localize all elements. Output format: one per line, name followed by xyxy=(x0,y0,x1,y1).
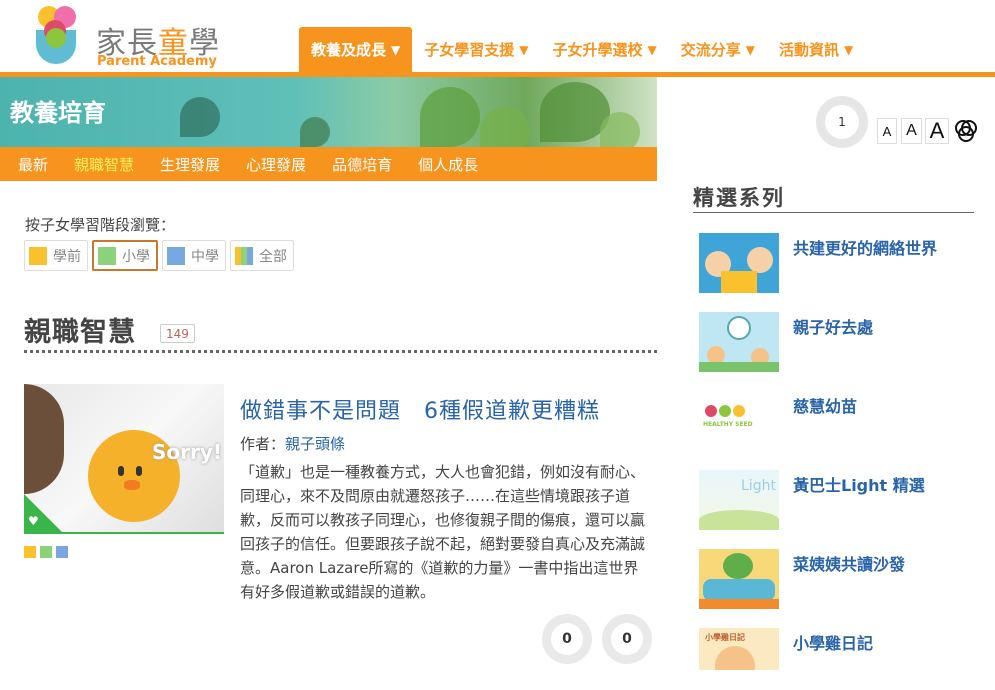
secondary-tag-icon xyxy=(56,546,68,558)
subnav-mental[interactable]: 心理發展 xyxy=(236,154,316,175)
secondary-swatch-icon xyxy=(167,246,185,265)
font-size-small-button[interactable]: A xyxy=(877,118,897,144)
featured-divider xyxy=(693,212,974,213)
thumbnail-underline xyxy=(24,532,224,534)
logo-subtitle: Parent Academy xyxy=(97,54,217,69)
article-excerpt: 「道歉」也是一種教養方式，大人也會犯錯，例如沒有耐心、同理心，來不及問原由就遷怒… xyxy=(240,463,646,601)
stage-tags xyxy=(24,546,68,558)
primary-tag-icon xyxy=(40,546,52,558)
article-author: 作者：親子頭條 xyxy=(240,435,346,453)
primary-swatch-icon xyxy=(98,246,116,265)
chevron-down-icon: ▼ xyxy=(647,42,657,57)
featured-thumb xyxy=(699,549,779,609)
filter-secondary[interactable]: 中學 xyxy=(162,240,226,271)
site-header: 家長童學 Parent Academy 教養及成長 ▼ 子女學習支援 ▼ 子女升學選… xyxy=(0,0,995,77)
featured-thumb xyxy=(699,233,779,293)
nav-school-selection[interactable]: 子女升學選校 ▼ xyxy=(541,27,669,72)
sub-nav: 最新 親職智慧 生理發展 心理發展 品德培育 個人成長 xyxy=(0,147,657,181)
subnav-moral[interactable]: 品德培育 xyxy=(322,154,402,175)
featured-item[interactable]: HEALTHY SEED 慈慧幼苗 xyxy=(699,391,979,453)
page-like-count: 1 xyxy=(825,105,859,139)
main-nav: 教養及成長 ▼ 子女學習支援 ▼ 子女升學選校 ▼ 交流分享 ▼ 活動資訊 ▼ xyxy=(299,27,865,72)
filter-preschool[interactable]: 學前 xyxy=(24,240,88,271)
comment-count: 0 xyxy=(611,623,643,655)
preschool-swatch-icon xyxy=(29,246,47,265)
nav-learning-support[interactable]: 子女學習支援 ▼ xyxy=(412,27,540,72)
subnav-parenting-wisdom[interactable]: 親職智慧 xyxy=(64,154,144,175)
banner-title: 教養培育 xyxy=(10,99,106,127)
featured-title: 精選系列 xyxy=(693,186,785,210)
article-count-badge: 149 xyxy=(160,324,195,343)
nav-parenting[interactable]: 教養及成長 ▼ xyxy=(299,27,413,72)
nav-events[interactable]: 活動資訊 ▼ xyxy=(767,27,865,72)
article-thumbnail[interactable]: Sorry! ♥ xyxy=(24,384,224,534)
chevron-down-icon: ▼ xyxy=(844,42,854,57)
featured-item[interactable]: 親子好去處 xyxy=(699,312,979,374)
featured-thumb: HEALTHY SEED xyxy=(699,391,779,451)
author-link[interactable]: 親子頭條 xyxy=(285,435,345,453)
subnav-physical[interactable]: 生理發展 xyxy=(150,154,230,175)
section-title: 親職智慧 xyxy=(24,317,136,348)
font-size-large-button[interactable]: A xyxy=(925,118,949,144)
chevron-down-icon: ▼ xyxy=(745,42,755,57)
chevron-down-icon: ▼ xyxy=(391,42,401,57)
filter-all[interactable]: 全部 xyxy=(230,240,294,271)
contrast-icon[interactable] xyxy=(953,118,979,144)
all-swatch-icon xyxy=(235,246,253,265)
site-logo[interactable]: 家長童學 Parent Academy xyxy=(34,4,224,70)
stage-filters: 學前 小學 中學 全部 xyxy=(24,240,294,271)
browse-label: 按子女學習階段瀏覽： xyxy=(25,216,176,234)
thumbnail-caption: Sorry! xyxy=(152,440,223,464)
heart-icon: ♥ xyxy=(28,514,39,528)
featured-item[interactable]: 共建更好的網絡世界 xyxy=(699,233,979,295)
filter-primary[interactable]: 小學 xyxy=(92,240,158,271)
featured-thumb xyxy=(699,312,779,372)
subnav-personal-growth[interactable]: 個人成長 xyxy=(408,154,488,175)
article-title[interactable]: 做錯事不是問題 6種假道歉更糟糕 xyxy=(240,393,600,425)
preschool-tag-icon xyxy=(24,546,36,558)
featured-item[interactable]: Light 黃巴士Light 精選 xyxy=(699,470,979,532)
featured-item[interactable]: 小學雞日記 小學雞日記 xyxy=(699,628,979,690)
subnav-latest[interactable]: 最新 xyxy=(8,154,58,175)
page-like-button[interactable]: 1 xyxy=(816,96,868,148)
like-button[interactable]: 0 xyxy=(542,614,592,664)
featured-item[interactable]: 菜姨姨共讀沙發 xyxy=(699,549,979,611)
featured-thumb: Light xyxy=(699,470,779,530)
featured-thumb: 小學雞日記 xyxy=(699,628,779,670)
category-banner: 教養培育 xyxy=(0,77,657,147)
comment-button[interactable]: 0 xyxy=(602,614,652,664)
like-count: 0 xyxy=(551,623,583,655)
font-size-medium-button[interactable]: A xyxy=(901,118,922,144)
nav-sharing[interactable]: 交流分享 ▼ xyxy=(669,27,767,72)
chevron-down-icon: ▼ xyxy=(519,42,529,57)
section-divider xyxy=(24,350,657,353)
